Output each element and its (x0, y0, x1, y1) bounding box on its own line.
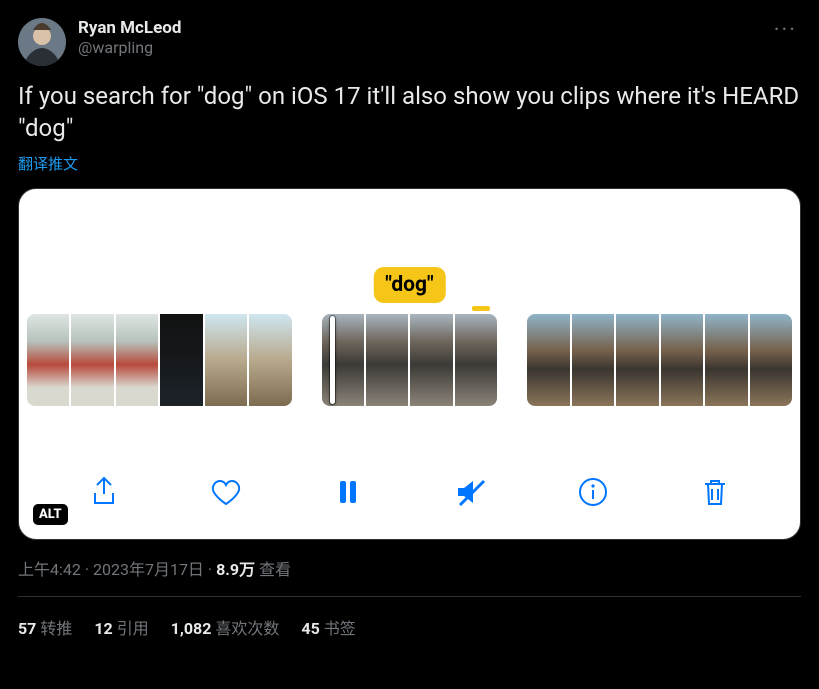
clip-frame (410, 314, 452, 406)
clip-frame (527, 314, 569, 406)
clip-frame (71, 314, 113, 406)
clip-frame (322, 314, 364, 406)
clip-group[interactable] (27, 314, 292, 406)
media-toolbar (19, 471, 800, 513)
retweets-stat[interactable]: 57转推 (18, 615, 72, 639)
tweet-date: 2023年7月17日 (93, 560, 204, 579)
clip-frame (249, 314, 291, 406)
caption-marker (472, 306, 490, 311)
avatar[interactable] (18, 18, 66, 66)
clip-group[interactable] (322, 314, 498, 406)
more-icon[interactable]: ··· (770, 18, 801, 43)
caption-bubble: "dog" (373, 267, 445, 303)
media-card: "dog" (18, 188, 801, 540)
clip-frame (160, 314, 202, 406)
views-count: 8.9万 (216, 560, 255, 579)
clip-frame (27, 314, 69, 406)
bookmarks-stat[interactable]: 45书签 (301, 615, 355, 639)
clip-frame (116, 314, 158, 406)
tweet-header: Ryan McLeod @warpling ··· (18, 18, 801, 66)
translate-link[interactable]: 翻译推文 (18, 153, 78, 174)
share-icon[interactable] (83, 471, 125, 513)
tweet-meta[interactable]: 上午4:42 · 2023年7月17日 · 8.9万 查看 (18, 556, 801, 580)
video-scrubber[interactable] (19, 314, 800, 406)
clip-frame (205, 314, 247, 406)
clip-group[interactable] (527, 314, 792, 406)
tweet-time: 上午4:42 (18, 560, 81, 579)
clip-frame (572, 314, 614, 406)
clip-frame (366, 314, 408, 406)
clip-frame (616, 314, 658, 406)
heart-icon[interactable] (205, 471, 247, 513)
info-icon[interactable] (572, 471, 614, 513)
quotes-stat[interactable]: 12引用 (94, 615, 148, 639)
clip-frame (661, 314, 703, 406)
display-name: Ryan McLeod (78, 18, 770, 38)
tweet-container: Ryan McLeod @warpling ··· If you search … (0, 0, 819, 639)
clip-frame (705, 314, 747, 406)
alt-badge[interactable]: ALT (33, 504, 68, 525)
mute-icon[interactable] (450, 471, 492, 513)
tweet-text: If you search for "dog" on iOS 17 it'll … (18, 80, 801, 145)
pause-icon[interactable] (327, 471, 369, 513)
likes-stat[interactable]: 1,082喜欢次数 (171, 615, 280, 639)
clip-frame (750, 314, 792, 406)
tweet-stats: 57转推 12引用 1,082喜欢次数 45书签 (18, 597, 801, 639)
views-label: 查看 (255, 560, 291, 579)
author-block[interactable]: Ryan McLeod @warpling (78, 18, 770, 59)
clip-frame (455, 314, 497, 406)
playhead[interactable] (330, 316, 335, 404)
handle: @warpling (78, 38, 770, 59)
trash-icon[interactable] (694, 471, 736, 513)
